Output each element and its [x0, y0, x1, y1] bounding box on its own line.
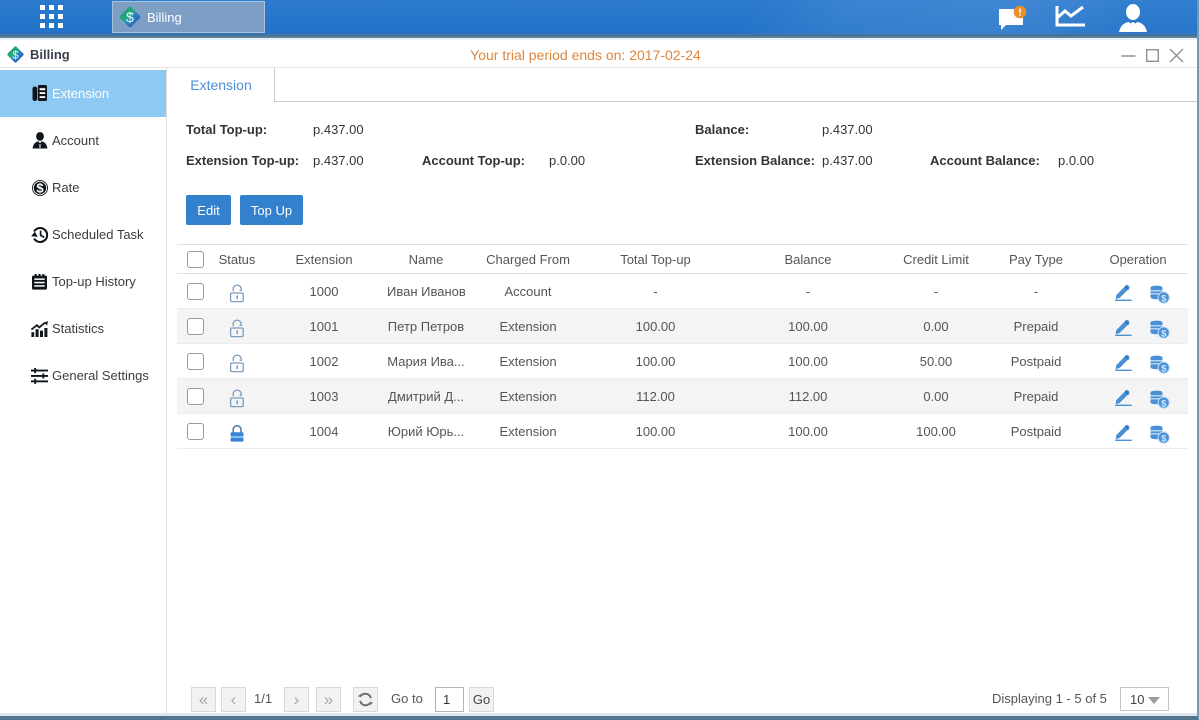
svg-text:$: $	[1161, 293, 1167, 304]
svg-text:$: $	[1161, 363, 1167, 374]
svg-text:$: $	[1161, 433, 1167, 444]
svg-text:$: $	[36, 180, 44, 195]
svg-text:$: $	[126, 9, 134, 25]
svg-text:$: $	[1161, 398, 1167, 409]
svg-text:$: $	[1161, 328, 1167, 339]
